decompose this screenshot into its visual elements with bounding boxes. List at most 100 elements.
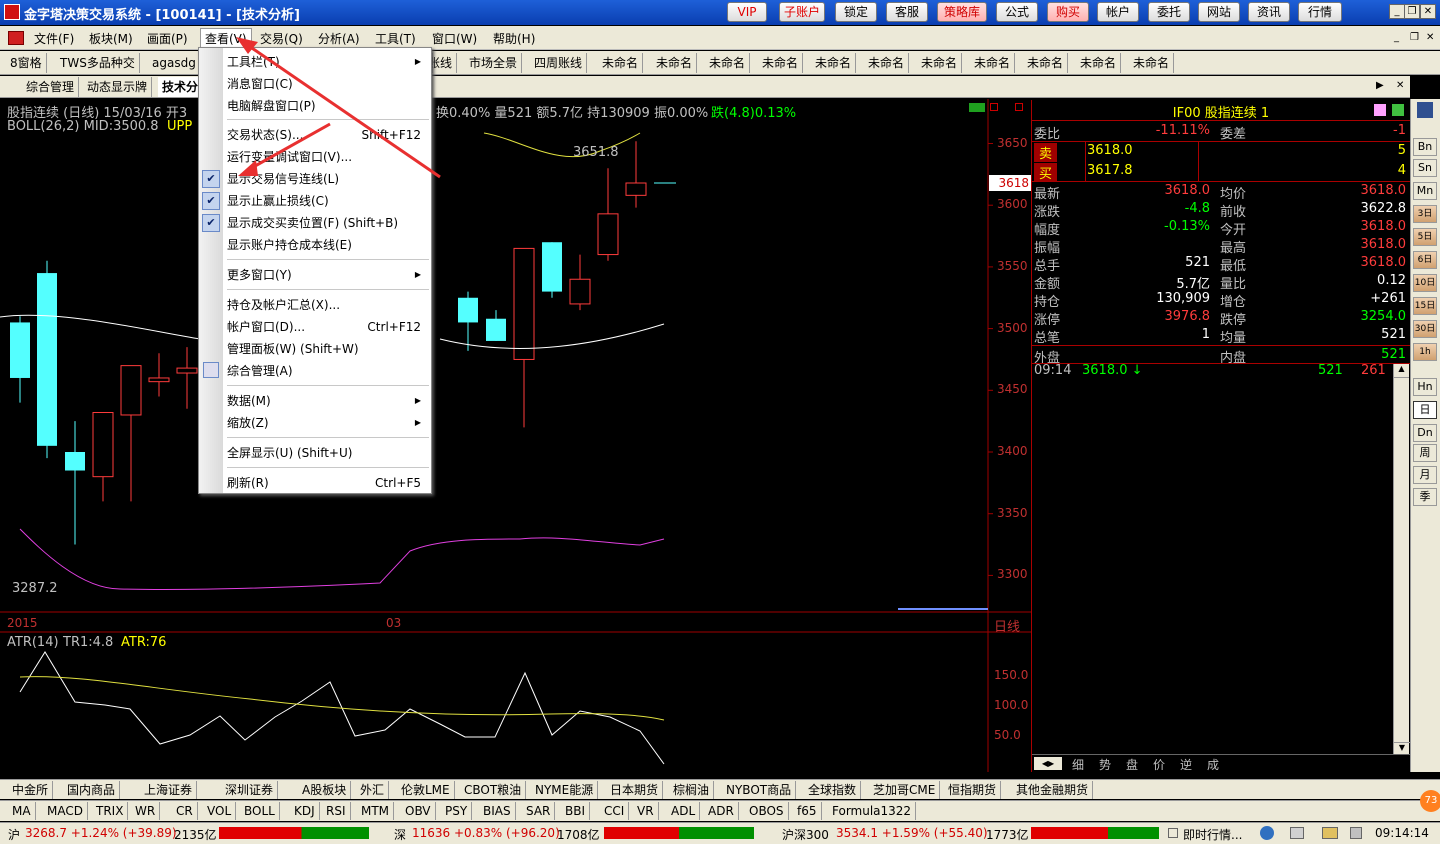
signal-icon[interactable] (969, 103, 985, 112)
period-button-0[interactable]: Bn (1413, 138, 1437, 156)
indicator-tab-9[interactable]: MTM (357, 802, 395, 820)
market-tab-0[interactable]: 中金所 (8, 781, 54, 799)
menu-item-7[interactable]: 窗口(W) (432, 30, 477, 47)
close-button[interactable]: ✕ (1420, 4, 1436, 19)
toolbar-button-1[interactable]: 子账户 (779, 2, 825, 22)
toolbar-button-8[interactable]: 委托 (1148, 2, 1190, 22)
window-tab-2[interactable]: 技术分 (158, 77, 204, 97)
layout-tab-8[interactable]: 未命名 (652, 53, 698, 73)
close-tab-icon[interactable]: ✕ (1396, 80, 1404, 91)
market-tab-8[interactable]: NYME能源 (531, 781, 599, 799)
restore-button[interactable]: ❐ (1404, 4, 1420, 19)
layout-tab-15[interactable]: 未命名 (1023, 53, 1069, 73)
live-quote-label[interactable]: 即时行情... (1183, 826, 1242, 843)
indicator-tab-13[interactable]: SAR (522, 802, 556, 820)
layout-tab-13[interactable]: 未命名 (917, 53, 963, 73)
toolbar-button-5[interactable]: 公式 (996, 2, 1038, 22)
period-button-6[interactable]: 10日 (1413, 274, 1437, 292)
live-checkbox[interactable] (1168, 828, 1178, 838)
market-tab-14[interactable]: 恒指期货 (944, 781, 1002, 799)
period-button-13[interactable]: 周 (1413, 444, 1437, 462)
quote-tab-2[interactable]: 盘 (1126, 756, 1138, 773)
market-tab-11[interactable]: NYBOT商品 (722, 781, 797, 799)
view-menu-item-5[interactable]: 显示交易信号连线(L) (227, 169, 427, 189)
indicator-tab-19[interactable]: OBOS (745, 802, 789, 820)
period-button-14[interactable]: 月 (1413, 466, 1437, 484)
market-tab-12[interactable]: 全球指数 (804, 781, 862, 799)
toolbar-button-3[interactable]: 客服 (886, 2, 928, 22)
view-menu-item-13[interactable]: 综合管理(A) (227, 361, 427, 381)
indicator-tab-1[interactable]: MACD (43, 802, 88, 820)
menu-item-4[interactable]: 交易(Q) (260, 30, 303, 47)
view-menu-item-6[interactable]: 显示止赢止损线(C) (227, 191, 427, 211)
toolbar-button-11[interactable]: 行情 (1298, 2, 1342, 22)
quote-tab-4[interactable]: 逆 (1180, 756, 1192, 773)
market-tab-5[interactable]: 外汇 (356, 781, 390, 799)
lock-icon[interactable] (1350, 827, 1362, 839)
period-button-1[interactable]: Sn (1413, 159, 1437, 177)
view-menu-item-9[interactable]: 更多窗口(Y) ▶ (227, 265, 427, 285)
window-tab-1[interactable]: 动态显示牌 (83, 77, 153, 97)
market-tab-3[interactable]: 深圳证券 (221, 781, 279, 799)
menu-item-2[interactable]: 画面(P) (147, 30, 188, 47)
layout-tab-0[interactable]: 8窗格 (6, 53, 47, 73)
indicator-tab-8[interactable]: RSI (322, 802, 351, 820)
indicator-tab-7[interactable]: KDJ (290, 802, 320, 820)
period-button-10[interactable]: Hn (1413, 378, 1437, 396)
layout-tab-5[interactable]: 市场全景 (465, 53, 523, 73)
notification-badge[interactable]: 73 (1420, 790, 1440, 812)
period-button-11[interactable]: 日 (1413, 401, 1437, 419)
menu-item-1[interactable]: 板块(M) (89, 30, 133, 47)
view-menu-item-12[interactable]: 管理面板(W) (Shift+W) (227, 339, 427, 359)
quote-tab-3[interactable]: 价 (1153, 756, 1165, 773)
indicator-tab-16[interactable]: VR (633, 802, 659, 820)
period-button-12[interactable]: Dn (1413, 424, 1437, 442)
indicator-tab-14[interactable]: BBI (561, 802, 591, 820)
panel-toggle-icon-2[interactable] (1015, 103, 1023, 111)
market-tab-10[interactable]: 棕榈油 (669, 781, 715, 799)
quote-settings-icon[interactable] (1374, 104, 1386, 116)
toolbar-button-4[interactable]: 策略库 (937, 2, 987, 22)
toolbar-button-10[interactable]: 资讯 (1248, 2, 1290, 22)
indicator-tab-21[interactable]: Formula1322 (828, 802, 917, 820)
toolbar-button-7[interactable]: 帐户 (1097, 2, 1139, 22)
market-tab-6[interactable]: 伦敦LME (397, 781, 455, 799)
indicator-tab-20[interactable]: f65 (793, 802, 822, 820)
menu-item-6[interactable]: 工具(T) (375, 30, 416, 47)
period-button-8[interactable]: 30日 (1413, 320, 1437, 338)
view-menu-item-15[interactable]: 缩放(Z) ▶ (227, 413, 427, 433)
layout-tab-10[interactable]: 未命名 (758, 53, 804, 73)
indicator-tab-2[interactable]: TRIX (92, 802, 129, 820)
layout-tab-17[interactable]: 未命名 (1129, 53, 1175, 73)
layout-tab-2[interactable]: agasdg (148, 53, 201, 73)
view-menu-item-17[interactable]: 刷新(R) Ctrl+F5 (227, 473, 427, 493)
toolbar-top-icon[interactable] (1417, 102, 1433, 118)
mdi-min-icon[interactable]: _ (1394, 32, 1399, 43)
period-button-4[interactable]: 5日 (1413, 228, 1437, 246)
indicator-tab-11[interactable]: PSY (441, 802, 473, 820)
window-tab-0[interactable]: 综合管理 (22, 77, 80, 97)
view-menu-item-1[interactable]: 消息窗口(C) (227, 74, 427, 94)
panel-toggle-icon[interactable] (990, 103, 998, 111)
quote-expand-icon[interactable] (1392, 104, 1404, 116)
indicator-tab-0[interactable]: MA (8, 802, 36, 820)
indicator-tab-15[interactable]: CCI (600, 802, 630, 820)
layout-tab-14[interactable]: 未命名 (970, 53, 1016, 73)
indicator-tab-6[interactable]: BOLL (240, 802, 280, 820)
toolbar-button-9[interactable]: 网站 (1198, 2, 1240, 22)
layout-tab-1[interactable]: TWS多品种交 (56, 53, 140, 73)
view-menu-item-3[interactable]: 交易状态(S)... Shift+F12 (227, 125, 427, 145)
period-button-2[interactable]: Mn (1413, 182, 1437, 200)
market-tab-7[interactable]: CBOT粮油 (460, 781, 527, 799)
period-button-15[interactable]: 季 (1413, 488, 1437, 506)
view-menu-item-11[interactable]: 帐户窗口(D)... Ctrl+F12 (227, 317, 427, 337)
view-menu-item-2[interactable]: 电脑解盘窗口(P) (227, 96, 427, 116)
toolbar-button-2[interactable]: 锁定 (835, 2, 877, 22)
menu-item-5[interactable]: 分析(A) (318, 30, 360, 47)
view-menu-item-0[interactable]: 工具栏(T) ▶ (227, 52, 427, 72)
view-menu-item-10[interactable]: 持仓及帐户汇总(X)... (227, 295, 427, 315)
layout-tab-7[interactable]: 未命名 (598, 53, 644, 73)
market-tab-2[interactable]: 上海证券 (140, 781, 198, 799)
view-menu-item-14[interactable]: 数据(M) ▶ (227, 391, 427, 411)
indicator-tab-4[interactable]: CR (172, 802, 198, 820)
